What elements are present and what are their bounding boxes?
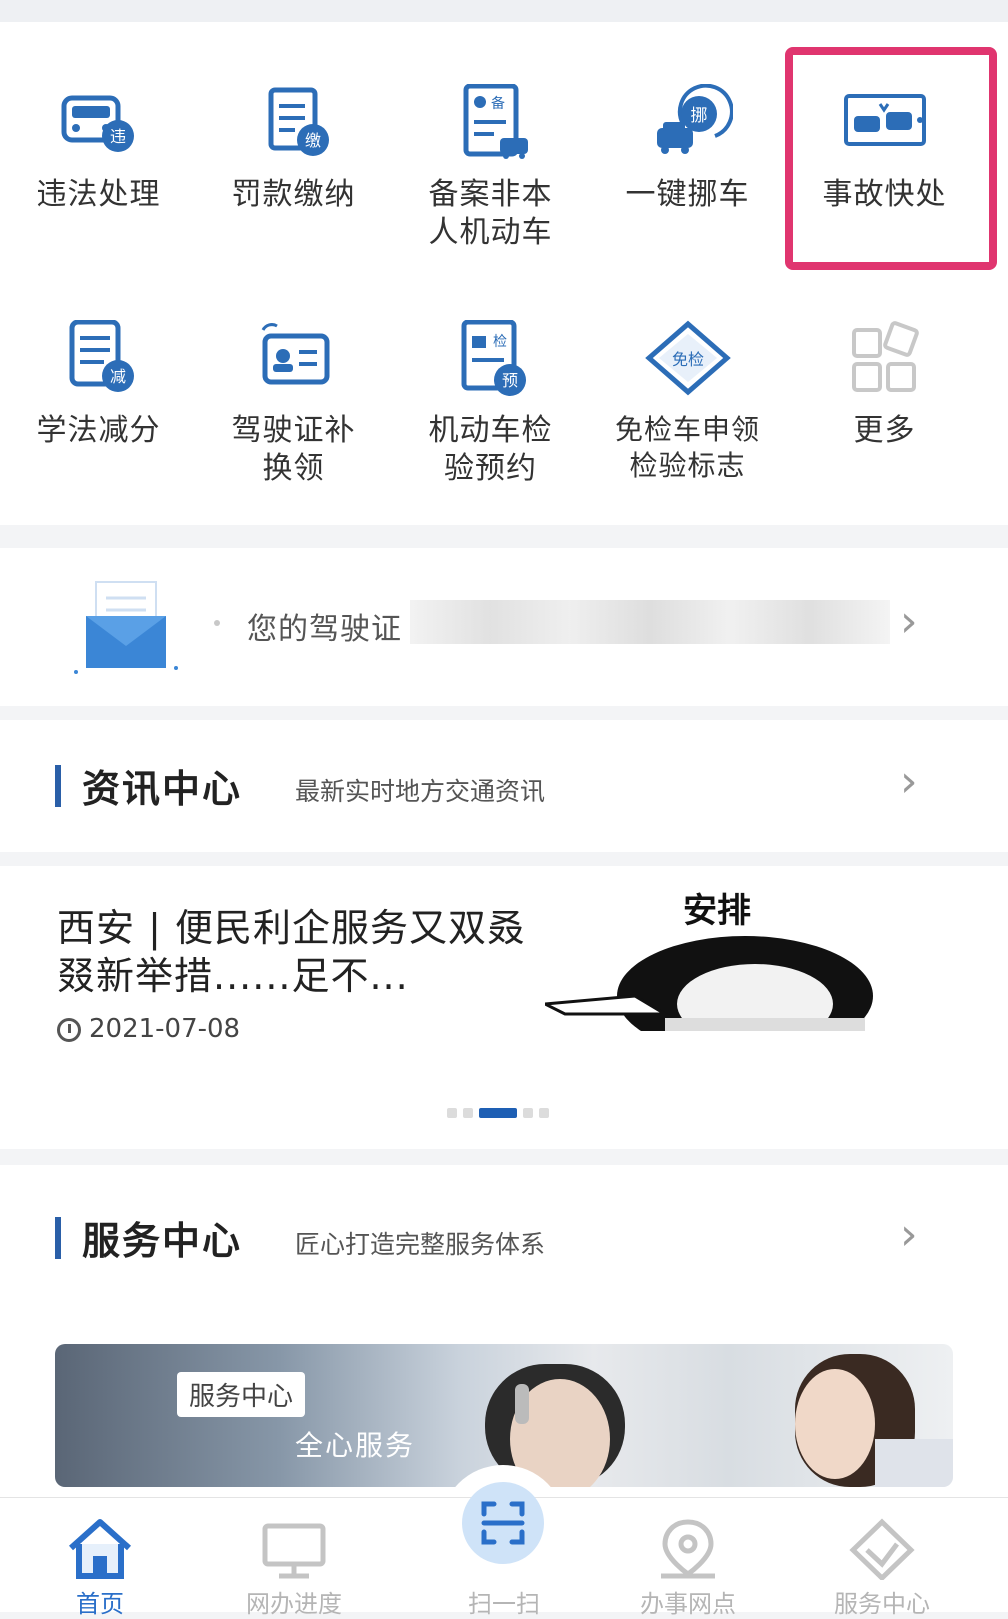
home-icon: [68, 1519, 132, 1579]
service-label: 一键挪车: [625, 177, 750, 212]
section-title: 服务中心: [82, 1219, 243, 1263]
news-title: 西安 | 便民利企服务又双叒叕新举措......足不...: [57, 906, 526, 998]
carousel-dot: [523, 1108, 533, 1118]
clock-icon: [57, 1018, 81, 1042]
banner-tag: 服务中心: [177, 1372, 306, 1417]
service-vehicle-filing[interactable]: 备 备案非本 人机动车: [392, 84, 589, 252]
fine-payment-icon: 缴: [268, 87, 329, 156]
service-move-car[interactable]: 挪 一键挪车: [589, 84, 786, 214]
carousel-dot: [463, 1108, 473, 1118]
nav-label: 办事网点: [640, 1590, 736, 1618]
highlight-box: [785, 47, 997, 270]
scan-button[interactable]: [462, 1482, 544, 1564]
section-subtitle: 匠心打造完整服务体系: [295, 1230, 546, 1259]
service-more[interactable]: 更多: [786, 320, 983, 450]
section-title: 资讯中心: [82, 767, 243, 811]
news-thumbnail: 安排: [545, 891, 873, 1031]
nav-label: 服务中心: [834, 1590, 930, 1618]
notice-text: 您的驾驶证: [247, 612, 402, 647]
service-inspection-booking[interactable]: 检 预 机动车检 验预约: [392, 320, 589, 488]
location-pin-icon: [661, 1519, 715, 1579]
carousel-dot-active: [479, 1108, 517, 1118]
section-accent-bar: [55, 1217, 61, 1259]
nav-home[interactable]: 首页: [10, 1498, 190, 1619]
exempt-sticker-icon: 免检: [644, 320, 731, 396]
chevron-right-icon: ›: [900, 756, 918, 807]
service-study-deduct[interactable]: 减 学法减分: [0, 320, 197, 450]
svg-text:备: 备: [491, 95, 505, 112]
carousel-indicator: [447, 1108, 555, 1118]
nav-label: 网办进度: [246, 1590, 342, 1618]
service-label: 更多: [853, 413, 916, 448]
section-subtitle: 最新实时地方交通资讯: [295, 777, 546, 806]
top-strip: [0, 0, 1008, 22]
service-label: 学法减分: [36, 413, 161, 448]
monitor-icon: [262, 1523, 326, 1579]
svg-text:缴: 缴: [304, 131, 320, 150]
svg-text:违: 违: [109, 127, 125, 146]
scan-icon: [481, 1501, 525, 1545]
svg-text:预: 预: [501, 371, 517, 390]
study-deduct-icon: 减: [69, 320, 134, 392]
service-label: 罚款缴纳: [231, 177, 356, 212]
service-violation[interactable]: 违 违法处理: [0, 84, 197, 214]
svg-text:免检: 免检: [671, 350, 703, 369]
more-grid-icon: [851, 321, 919, 392]
vehicle-filing-icon: 备: [463, 84, 528, 159]
nav-label: 扫一扫: [468, 1590, 540, 1618]
envelope-icon: [74, 581, 178, 674]
chevron-right-icon: ›: [900, 1209, 918, 1260]
svg-text:挪: 挪: [690, 106, 707, 126]
banner-text: 全心服务: [295, 1429, 416, 1462]
section-accent-bar: [55, 765, 61, 807]
service-fine[interactable]: 缴 罚款缴纳: [195, 84, 392, 214]
nav-service-center[interactable]: 服务中心: [792, 1498, 972, 1619]
service-exempt-sticker[interactable]: 免检 免检车申领 检验标志: [589, 320, 786, 484]
service-label: 机动车检 验预约: [428, 413, 553, 486]
service-label: 违法处理: [36, 177, 161, 212]
driving-license-notice[interactable]: 您的驾驶证 ›: [0, 548, 1008, 706]
service-label: 驾驶证补 换领: [231, 413, 356, 486]
service-diamond-icon: [849, 1518, 915, 1580]
service-label: 备案非本 人机动车: [428, 177, 553, 250]
svg-text:减: 减: [109, 367, 125, 386]
thumbnail-caption: 安排: [683, 891, 751, 931]
service-label: 免检车申领 检验标志: [614, 413, 760, 482]
license-replace-icon: [261, 323, 329, 385]
news-date-row: 2021-07-08: [57, 1014, 240, 1044]
blurred-content: [410, 600, 890, 644]
news-date: 2021-07-08: [89, 1014, 241, 1044]
carousel-dot: [447, 1108, 457, 1118]
news-section-header[interactable]: 资讯中心 最新实时地方交通资讯 ›: [0, 720, 1008, 852]
car-violation-icon: 违: [61, 95, 134, 152]
bullet-dot: [214, 620, 220, 626]
carousel-dot: [539, 1108, 549, 1118]
nav-label: 首页: [76, 1590, 124, 1618]
chevron-right-icon: ›: [900, 596, 918, 647]
service-section-header[interactable]: 服务中心 匠心打造完整服务体系 ›: [0, 1165, 1008, 1311]
svg-text:检: 检: [493, 334, 507, 350]
inspection-booking-icon: 检 预: [461, 320, 526, 396]
nav-progress[interactable]: 网办进度: [204, 1498, 384, 1619]
move-car-icon: 挪: [656, 84, 733, 154]
news-carousel[interactable]: 西安 | 便民利企服务又双叒叕新举措......足不... 2021-07-08…: [0, 866, 1008, 1149]
nav-service-points[interactable]: 办事网点: [598, 1498, 778, 1619]
service-grid: 违 违法处理 缴 罚款缴纳 备 备案非本 人机动车 挪 一键挪车 事故快处 减 …: [0, 22, 1008, 525]
service-license-replace[interactable]: 驾驶证补 换领: [195, 320, 392, 488]
